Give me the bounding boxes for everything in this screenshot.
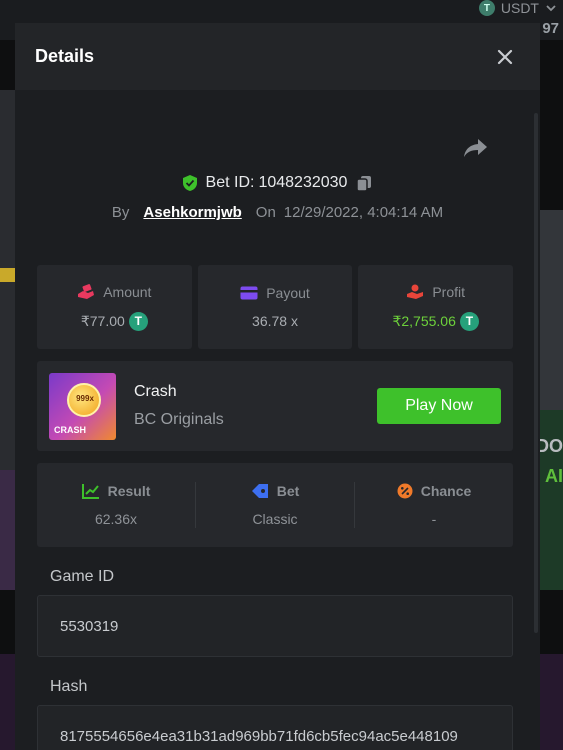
result-box: Result 62.36x Bet Classic Chance - — [37, 463, 513, 547]
game-provider: BC Originals — [134, 411, 224, 428]
bet-id-value: 1048232030 — [258, 174, 348, 191]
bet-id-label: Bet ID: — [205, 174, 255, 191]
bet-details-modal: Details Bet ID: 1048232030 By Asehkormjw… — [15, 23, 540, 750]
bet-label-row: Bet — [251, 483, 300, 499]
thumb-label: CRASH — [54, 424, 87, 435]
background-left-stripe — [0, 268, 16, 282]
game-card: 999x CRASH Crash BC Originals Play Now — [37, 361, 513, 451]
result-label-row: Result — [81, 483, 151, 499]
game-thumbnail[interactable]: 999x CRASH — [49, 372, 116, 440]
hash-value: 8175554656e4ea31b31ad969bb71fd6cb5fec94a… — [60, 727, 458, 745]
bet-id-row: Bet ID: 1048232030 — [15, 174, 540, 192]
currency-label: USDT — [500, 0, 539, 16]
profit-hand-icon — [407, 284, 424, 299]
tether-icon: T — [459, 311, 479, 331]
stat-amount: Amount ₹77.00 T — [37, 265, 192, 349]
chance-value: - — [431, 511, 437, 527]
card-icon — [240, 286, 258, 300]
stat-amount-label: Amount — [103, 283, 152, 300]
bet-column: Bet Classic — [196, 463, 354, 547]
stat-amount-label-row: Amount — [77, 284, 151, 300]
wallet-hand-icon — [78, 283, 95, 299]
result-column: Result 62.36x — [37, 463, 195, 547]
modal-title: Details — [35, 46, 95, 66]
by-label: By — [111, 204, 130, 221]
tag-icon — [251, 484, 268, 498]
chance-label-row: Chance — [397, 483, 472, 499]
bet-label: Bet — [276, 483, 300, 499]
stat-payout-label: Payout — [266, 285, 310, 301]
percent-icon — [397, 483, 413, 499]
game-id-field[interactable]: 5530319 — [37, 595, 513, 657]
share-button[interactable] — [462, 136, 490, 160]
chevron-down-icon — [546, 5, 556, 12]
game-id-label: Game ID — [50, 568, 115, 585]
play-now-button[interactable]: Play Now — [377, 388, 501, 424]
game-info: Crash BC Originals — [134, 383, 224, 429]
stat-profit-value: ₹2,755.06 — [392, 312, 456, 329]
thumb-multiplier: 999x — [76, 393, 94, 403]
background-right-text: DO — [536, 436, 563, 456]
copy-icon — [356, 176, 372, 192]
share-icon — [464, 139, 487, 157]
stat-profit-label-row: Profit — [406, 284, 465, 300]
close-icon — [497, 49, 513, 64]
result-label: Result — [107, 483, 151, 499]
stat-amount-value: ₹77.00 — [80, 312, 125, 329]
stat-profit-value-row: ₹2,755.06 T — [392, 311, 479, 331]
stat-profit: Profit ₹2,755.06 T — [358, 265, 514, 349]
bet-value: Classic — [252, 511, 298, 527]
balance-fragment: 97 — [542, 20, 559, 37]
currency-selector[interactable]: T USDT — [478, 0, 557, 16]
bet-datetime: 12/29/2022, 4:04:14 AM — [283, 204, 444, 221]
copy-button[interactable] — [355, 174, 373, 192]
stat-payout: Payout 36.78 x — [197, 265, 353, 349]
username-link[interactable]: Asehkormjwb — [143, 204, 241, 221]
background-right-panel — [537, 210, 563, 410]
chance-column: Chance - — [355, 463, 513, 547]
background-right-text-green: AI — [545, 466, 563, 486]
stat-amount-value-row: ₹77.00 T — [80, 311, 148, 331]
result-chart-icon — [81, 484, 99, 499]
bet-stats: Amount ₹77.00 T Payout 36.78 x Profit ₹2… — [37, 265, 514, 349]
close-button[interactable] — [494, 46, 516, 68]
game-id-value: 5530319 — [60, 617, 119, 635]
on-label: On — [255, 204, 276, 221]
background-left-lower — [0, 470, 16, 590]
stat-payout-label-row: Payout — [240, 285, 310, 301]
verified-shield-icon — [182, 175, 197, 191]
modal-scrollbar[interactable] — [534, 113, 538, 633]
result-value: 62.36x — [94, 511, 138, 527]
stat-profit-label: Profit — [432, 283, 466, 300]
tether-icon: T — [128, 311, 148, 331]
game-name: Crash — [134, 383, 177, 400]
hash-label: Hash — [50, 678, 88, 695]
tether-icon: T — [478, 0, 495, 16]
chance-label: Chance — [420, 483, 472, 499]
bet-meta-row: By Asehkormjwb On 12/29/2022, 4:04:14 AM — [15, 204, 540, 221]
hash-field[interactable]: 8175554656e4ea31b31ad969bb71fd6cb5fec94a… — [37, 705, 513, 750]
stat-payout-value: 36.78 x — [252, 313, 298, 329]
modal-header: Details — [15, 23, 540, 90]
